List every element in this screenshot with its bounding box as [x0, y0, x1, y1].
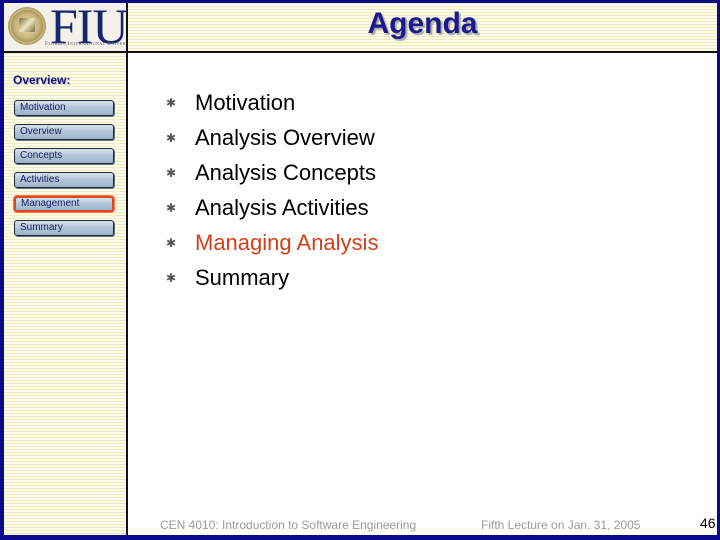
sidebar-item-summary[interactable]: Summary	[14, 220, 114, 236]
asterisk-bullet-icon: ✱	[166, 165, 177, 180]
list-item: ✱ Analysis Activities	[166, 190, 378, 225]
list-item-label: Analysis Overview	[195, 124, 375, 150]
page-number: 46	[700, 515, 716, 531]
agenda-list: ✱ Motivation ✱ Analysis Overview ✱ Analy…	[166, 85, 378, 295]
list-item: ✱ Motivation	[166, 85, 378, 120]
asterisk-bullet-icon: ✱	[166, 95, 177, 110]
list-item-label: Summary	[195, 264, 290, 290]
list-item: ✱ Analysis Overview	[166, 120, 378, 155]
fiu-logo: FIU Florida International University	[4, 3, 128, 51]
sidebar-item-motivation[interactable]: Motivation	[14, 100, 114, 116]
sidebar: Overview: Motivation Overview Concepts A…	[4, 53, 128, 535]
sidebar-item-overview[interactable]: Overview	[14, 124, 114, 140]
asterisk-bullet-icon: ✱	[166, 235, 177, 250]
logo-subtitle: Florida International University	[45, 41, 128, 47]
sidebar-item-activities[interactable]: Activities	[14, 172, 114, 188]
list-item-label: Analysis Concepts	[195, 159, 376, 185]
slide-title: Agenda	[367, 7, 478, 40]
header: FIU Florida International University Age…	[4, 3, 717, 53]
list-item-current: ✱ Managing Analysis	[166, 225, 378, 260]
footer-course: CEN 4010: Introduction to Software Engin…	[160, 518, 417, 532]
list-item: ✱ Analysis Concepts	[166, 155, 378, 190]
title-area: Agenda	[128, 3, 717, 51]
list-item-label: Managing Analysis	[195, 229, 379, 255]
asterisk-bullet-icon: ✱	[166, 200, 177, 215]
sidebar-heading: Overview:	[13, 73, 71, 87]
list-item-label: Motivation	[195, 89, 296, 115]
content-area: ✱ Motivation ✱ Analysis Overview ✱ Analy…	[128, 53, 717, 535]
sidebar-item-concepts[interactable]: Concepts	[14, 148, 114, 164]
sidebar-item-management[interactable]: Management	[14, 196, 114, 212]
slide-frame: FIU Florida International University Age…	[0, 0, 720, 540]
list-item: ✱ Summary	[166, 260, 378, 295]
university-seal-icon	[8, 7, 46, 45]
list-item-label: Analysis Activities	[195, 194, 369, 220]
footer-lecture: Fifth Lecture on Jan. 31, 2005	[481, 518, 641, 532]
asterisk-bullet-icon: ✱	[166, 270, 177, 285]
asterisk-bullet-icon: ✱	[166, 130, 177, 145]
